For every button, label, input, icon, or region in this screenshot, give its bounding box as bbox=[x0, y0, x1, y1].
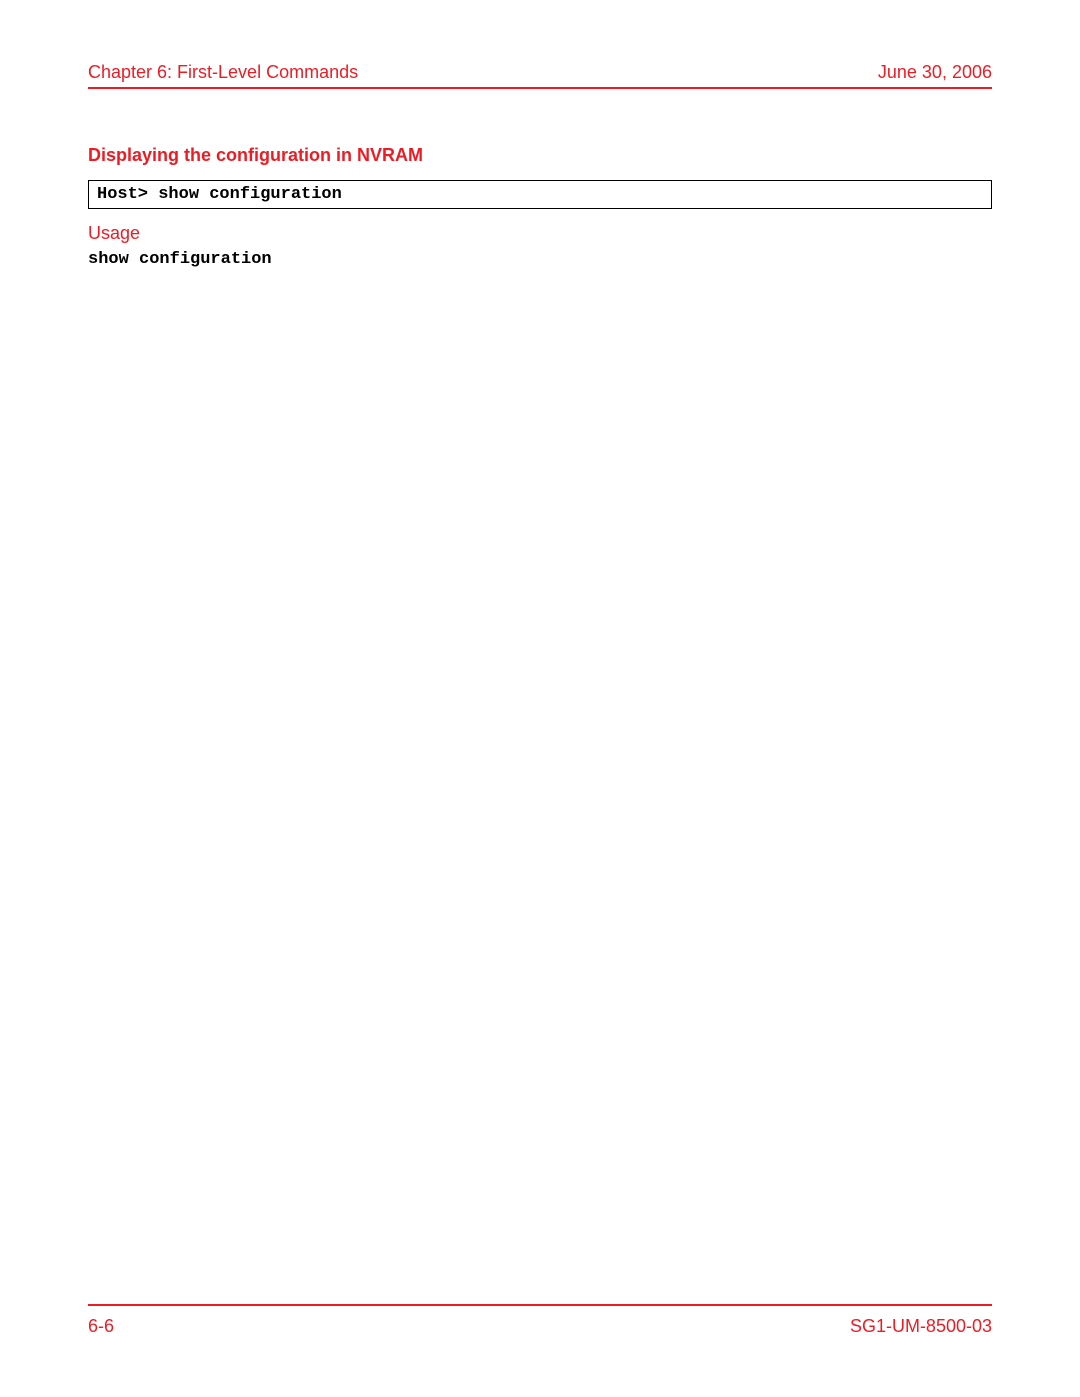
command-example-box: Host> show configuration bbox=[88, 180, 992, 209]
chapter-title: Chapter 6: First-Level Commands bbox=[88, 62, 358, 83]
page-content: Displaying the configuration in NVRAM Ho… bbox=[88, 89, 992, 1304]
usage-command: show configuration bbox=[88, 250, 992, 269]
document-date: June 30, 2006 bbox=[878, 62, 992, 83]
document-id: SG1-UM-8500-03 bbox=[850, 1316, 992, 1337]
section-heading: Displaying the configuration in NVRAM bbox=[88, 145, 992, 166]
page-number: 6-6 bbox=[88, 1316, 114, 1337]
page-footer: 6-6 SG1-UM-8500-03 bbox=[88, 1304, 992, 1337]
page-header: Chapter 6: First-Level Commands June 30,… bbox=[88, 62, 992, 89]
usage-label: Usage bbox=[88, 223, 992, 244]
document-page: Chapter 6: First-Level Commands June 30,… bbox=[88, 62, 992, 1337]
